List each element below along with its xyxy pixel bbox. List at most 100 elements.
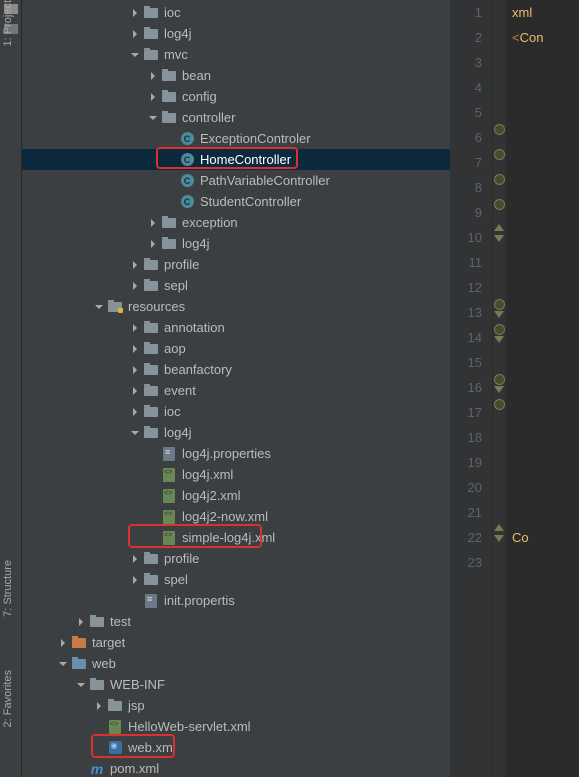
folder-icon <box>90 678 104 692</box>
tree-item-profile[interactable]: profile <box>22 548 450 569</box>
line-number: 9 <box>450 200 482 225</box>
tree-item-mvc[interactable]: mvc <box>22 44 450 65</box>
tree-item-log4j2-now-xml[interactable]: log4j2-now.xml <box>22 506 450 527</box>
gutter-mark-down[interactable] <box>494 386 504 393</box>
chevron-right-icon[interactable] <box>94 701 104 711</box>
chevron-down-icon[interactable] <box>130 428 140 438</box>
gutter-mark-circle[interactable] <box>494 374 505 385</box>
no-arrow <box>166 134 176 144</box>
tree-item-resources[interactable]: resources <box>22 296 450 317</box>
gutter-mark-circle[interactable] <box>494 124 505 135</box>
gutter-mark-circle[interactable] <box>494 149 505 160</box>
chevron-right-icon[interactable] <box>148 71 158 81</box>
chevron-down-icon[interactable] <box>76 680 86 690</box>
tree-item-log4j-xml[interactable]: log4j.xml <box>22 464 450 485</box>
tree-item-label: jsp <box>128 698 145 713</box>
tree-item-init-propertis[interactable]: init.propertis <box>22 590 450 611</box>
chevron-right-icon[interactable] <box>148 218 158 228</box>
tree-item-HelloWeb-servlet-xml[interactable]: HelloWeb-servlet.xml <box>22 716 450 737</box>
chevron-down-icon[interactable] <box>148 113 158 123</box>
no-arrow <box>130 596 140 606</box>
chevron-right-icon[interactable] <box>130 29 140 39</box>
tree-item-log4j-properties[interactable]: log4j.properties <box>22 443 450 464</box>
tree-item-PathVariableController[interactable]: CPathVariableController <box>22 170 450 191</box>
chevron-right-icon[interactable] <box>130 386 140 396</box>
project-tree[interactable]: ioclog4jmvcbeanconfigcontrollerCExceptio… <box>22 0 450 777</box>
gutter-mark-down[interactable] <box>494 311 504 318</box>
chevron-right-icon[interactable] <box>58 638 68 648</box>
tree-item-test[interactable]: test <box>22 611 450 632</box>
gutter-mark-down[interactable] <box>494 535 504 542</box>
gutter-mark-up[interactable] <box>494 224 504 231</box>
folder-icon <box>144 258 158 272</box>
tree-item-spel[interactable]: spel <box>22 569 450 590</box>
folder-icon <box>144 384 158 398</box>
tree-item-event[interactable]: event <box>22 380 450 401</box>
chevron-right-icon[interactable] <box>130 323 140 333</box>
chevron-right-icon[interactable] <box>148 92 158 102</box>
tree-item-HomeController[interactable]: CHomeController <box>22 149 450 170</box>
no-arrow <box>76 764 86 774</box>
gutter-mark-circle[interactable] <box>494 174 505 185</box>
chevron-right-icon[interactable] <box>130 554 140 564</box>
gutter-mark-circle[interactable] <box>494 324 505 335</box>
folder-icon <box>162 111 176 125</box>
chevron-right-icon[interactable] <box>148 239 158 249</box>
line-number: 15 <box>450 350 482 375</box>
chevron-right-icon[interactable] <box>130 260 140 270</box>
tree-item-pom-xml[interactable]: mpom.xml <box>22 758 450 777</box>
tree-item-log4j[interactable]: log4j <box>22 23 450 44</box>
chevron-right-icon[interactable] <box>130 281 140 291</box>
tree-item-target[interactable]: target <box>22 632 450 653</box>
tree-item-label: HelloWeb-servlet.xml <box>128 719 251 734</box>
tree-item-sepl[interactable]: sepl <box>22 275 450 296</box>
tree-item-label: log4j <box>164 425 191 440</box>
gutter-mark-down[interactable] <box>494 336 504 343</box>
folder-orange-icon <box>72 636 86 650</box>
tree-item-label: simple-log4j.xml <box>182 530 275 545</box>
chevron-down-icon[interactable] <box>58 659 68 669</box>
chevron-right-icon[interactable] <box>130 344 140 354</box>
chevron-down-icon[interactable] <box>94 302 104 312</box>
tree-item-simple-log4j-xml[interactable]: simple-log4j.xml <box>22 527 450 548</box>
tree-item-aop[interactable]: aop <box>22 338 450 359</box>
tree-item-controller[interactable]: controller <box>22 107 450 128</box>
gutter-mark-circle[interactable] <box>494 399 505 410</box>
tree-item-log4j2-xml[interactable]: log4j2.xml <box>22 485 450 506</box>
tree-item-WEB-INF[interactable]: WEB-INF <box>22 674 450 695</box>
chevron-right-icon[interactable] <box>76 617 86 627</box>
chevron-down-icon[interactable] <box>130 50 140 60</box>
tree-item-ExceptionControler[interactable]: CExceptionControler <box>22 128 450 149</box>
tree-item-annotation[interactable]: annotation <box>22 317 450 338</box>
structure-tab[interactable]: 7: Structure <box>2 560 14 617</box>
tree-item-ioc[interactable]: ioc <box>22 2 450 23</box>
tree-item-web-xml[interactable]: web.xml <box>22 737 450 758</box>
folder-icon <box>162 90 176 104</box>
xml-icon <box>162 489 176 503</box>
chevron-right-icon[interactable] <box>130 407 140 417</box>
tree-item-log4j[interactable]: log4j <box>22 233 450 254</box>
class-icon: C <box>180 174 194 188</box>
gutter-mark-up[interactable] <box>494 524 504 531</box>
tree-item-log4j[interactable]: log4j <box>22 422 450 443</box>
tree-item-ioc[interactable]: ioc <box>22 401 450 422</box>
favorites-tab[interactable]: 2: Favorites <box>2 670 14 727</box>
gutter-mark-circle[interactable] <box>494 199 505 210</box>
tree-item-label: log4j.properties <box>182 446 271 461</box>
chevron-right-icon[interactable] <box>130 365 140 375</box>
chevron-right-icon[interactable] <box>130 8 140 18</box>
project-tab[interactable]: 1: Project <box>2 0 14 46</box>
tree-item-StudentController[interactable]: CStudentController <box>22 191 450 212</box>
tree-item-profile[interactable]: profile <box>22 254 450 275</box>
chevron-right-icon[interactable] <box>130 575 140 585</box>
tree-item-exception[interactable]: exception <box>22 212 450 233</box>
no-arrow <box>148 533 158 543</box>
tree-item-bean[interactable]: bean <box>22 65 450 86</box>
tree-item-jsp[interactable]: jsp <box>22 695 450 716</box>
gutter-mark-circle[interactable] <box>494 299 505 310</box>
tree-item-beanfactory[interactable]: beanfactory <box>22 359 450 380</box>
tree-item-web[interactable]: web <box>22 653 450 674</box>
code-editor[interactable]: xml<ConCo <box>506 0 579 777</box>
tree-item-config[interactable]: config <box>22 86 450 107</box>
gutter-mark-down[interactable] <box>494 235 504 242</box>
